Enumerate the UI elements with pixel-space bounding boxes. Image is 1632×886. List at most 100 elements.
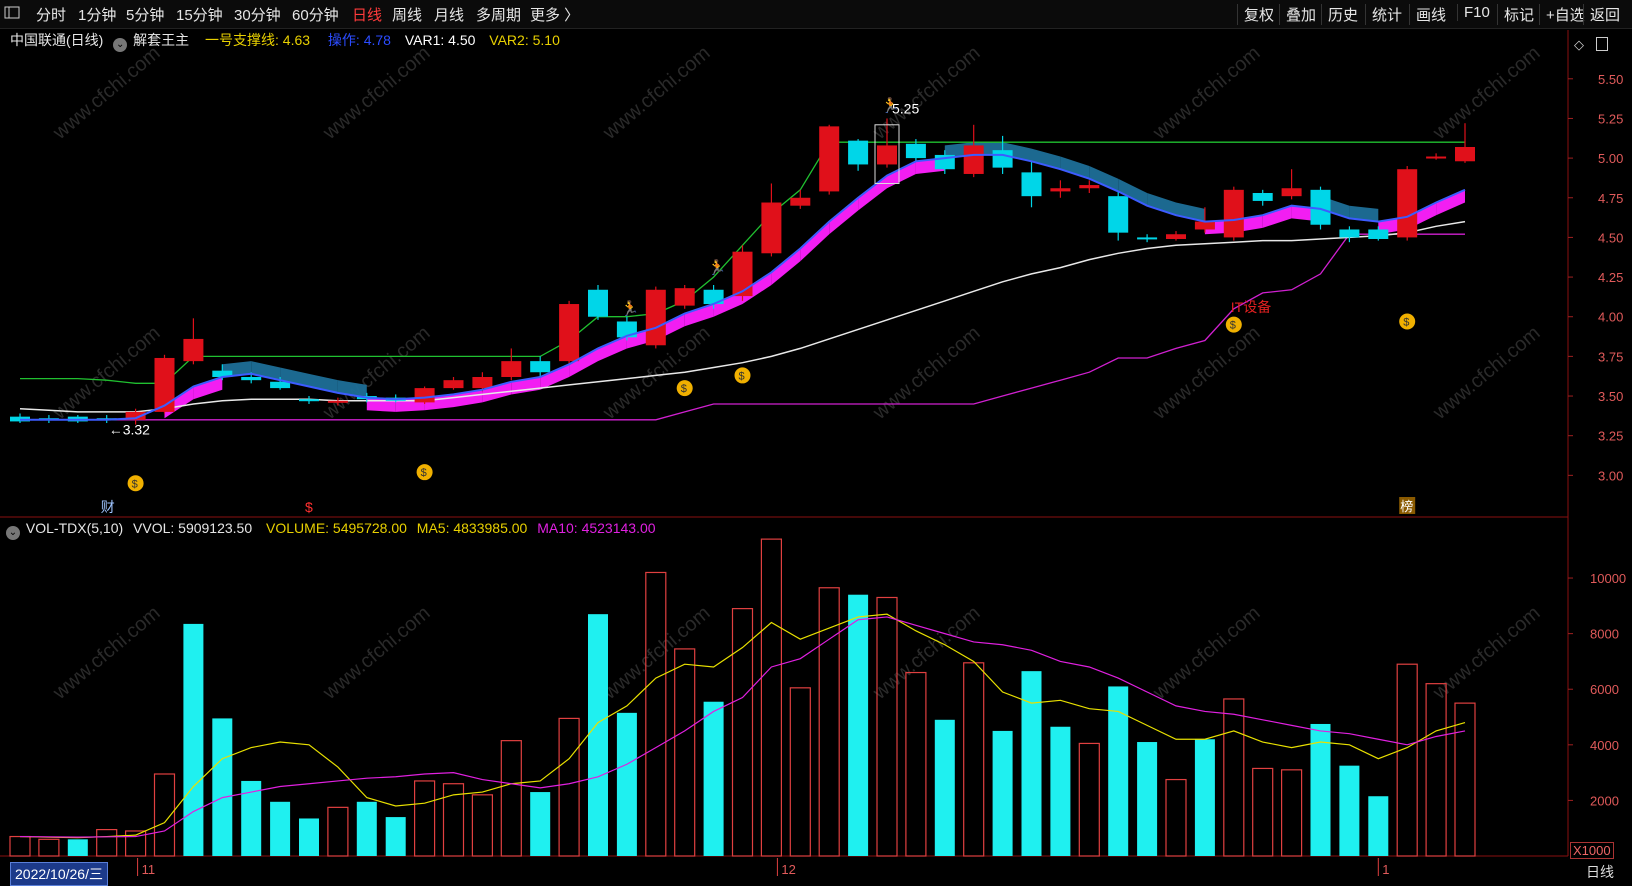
candle-body	[1426, 156, 1447, 159]
volume-indicator-name[interactable]: VOL-TDX(5,10)	[26, 520, 123, 536]
candle-body	[1455, 147, 1475, 162]
volume-bar	[1194, 739, 1215, 856]
volume-bar	[1223, 698, 1245, 857]
trend-band-segment	[800, 221, 830, 262]
watermark-text: www.cfchi.com	[868, 42, 984, 145]
candle-body	[1166, 234, 1186, 239]
candle-body	[501, 361, 522, 377]
volume-tick-label: 6000	[1590, 682, 1619, 697]
candle-body	[1252, 193, 1273, 201]
trend-band-segment	[1147, 193, 1176, 216]
volume-ma10-line	[19, 616, 1466, 838]
candle-body	[732, 251, 753, 297]
money-bag-glyph: $	[132, 478, 138, 490]
watermark-text: www.cfchi.com	[1428, 42, 1544, 145]
watermark-text: www.cfchi.com	[868, 322, 984, 425]
main-chart[interactable]: www.cfchi.com www.cfchi.com www.cfchi.com w…	[0, 0, 1632, 882]
price-tick-label: 3.00	[1598, 468, 1623, 483]
candle-body	[1021, 172, 1042, 197]
volume-ma5-line	[19, 613, 1466, 839]
candle-body	[645, 289, 666, 346]
volume-bar	[1425, 683, 1447, 857]
watermark-text: www.cfchi.com	[598, 42, 714, 145]
watermark-text: www.cfchi.com	[318, 42, 434, 145]
volume-bar	[645, 571, 667, 857]
volume-bar	[385, 817, 406, 856]
volume-bar	[1137, 742, 1158, 856]
volume-bar	[327, 806, 349, 857]
volume-bar	[1339, 765, 1360, 856]
volume-tick-label: 2000	[1590, 793, 1619, 808]
candle-body	[588, 289, 608, 317]
watermark-text: www.cfchi.com	[318, 602, 434, 705]
trend-band-segment	[1436, 189, 1465, 216]
volume-bar	[876, 596, 898, 857]
candle-body	[963, 145, 984, 174]
candle-body	[414, 388, 435, 403]
volume-bar	[616, 712, 637, 856]
volume-bar	[530, 792, 551, 856]
volume-bar	[67, 839, 88, 856]
volume-toggle-icon[interactable]: ⌄	[6, 526, 20, 540]
volume-bar	[414, 780, 436, 857]
month-label: 11	[142, 862, 156, 877]
volume-bar	[760, 538, 783, 857]
candle-body	[154, 357, 175, 412]
money-bag-icon: $	[676, 380, 693, 397]
volume-bar	[1396, 663, 1418, 857]
price-tick-label: 5.25	[1598, 111, 1623, 126]
volume-bar	[674, 648, 696, 857]
volume-bar	[1050, 726, 1071, 856]
volume-bar	[905, 671, 927, 857]
volume-bar	[731, 608, 754, 857]
volume-bar	[1021, 671, 1042, 856]
money-bag-glyph: $	[421, 467, 427, 479]
volume-bar	[1280, 769, 1303, 857]
volume-bar	[1165, 778, 1187, 857]
volume-tick-label: 4000	[1590, 738, 1619, 753]
candle-body	[1368, 229, 1389, 239]
candle-body	[443, 380, 464, 389]
candle-body	[674, 288, 695, 306]
volume-bar	[38, 838, 60, 857]
money-bag-glyph: $	[1403, 316, 1409, 328]
volume-bar	[1252, 767, 1274, 857]
volume-bar	[789, 687, 811, 857]
volume-bar	[299, 818, 319, 856]
volume-bar	[703, 701, 724, 856]
price-tick-label: 4.50	[1598, 230, 1623, 245]
volume-bar	[183, 623, 204, 856]
month-label: 12	[781, 862, 795, 877]
candle-body	[992, 150, 1013, 168]
money-bag-glyph: $	[739, 370, 745, 382]
vol-ma10-label: MA10: 4523143.00	[537, 520, 656, 536]
volume-tick-label: 10000	[1590, 571, 1626, 586]
trend-band-segment	[829, 197, 859, 235]
candle-body	[905, 143, 926, 159]
cursor-date: 2022/10/26/三	[10, 862, 108, 886]
candle-body	[1079, 185, 1100, 189]
runner-icon: 🏃	[708, 258, 727, 276]
money-bag-icon: $	[1225, 316, 1242, 333]
volume-bar	[212, 718, 233, 856]
candle-body	[1223, 189, 1244, 238]
trend-band-segment	[193, 377, 223, 400]
finance-tag: 财	[101, 499, 115, 515]
candle-body	[848, 140, 869, 165]
watermark-text: www.cfchi.com	[48, 42, 164, 145]
candle-body	[183, 338, 204, 362]
volume-bar	[356, 801, 377, 856]
watermark-text: www.cfchi.com	[48, 602, 164, 705]
candle-body	[1397, 169, 1418, 238]
candle-body	[877, 145, 897, 165]
candle-body	[472, 377, 493, 389]
volume-bar	[1454, 702, 1476, 857]
price-tick-label: 4.25	[1598, 270, 1623, 285]
volume-bar	[963, 662, 985, 857]
volume-bar	[96, 828, 118, 857]
period-footer[interactable]: 日线	[1586, 862, 1614, 882]
trend-band-segment	[858, 175, 887, 211]
watermark-text: www.cfchi.com	[1148, 602, 1264, 705]
volume-bar	[1368, 796, 1389, 856]
trend-band-segment	[887, 161, 916, 189]
